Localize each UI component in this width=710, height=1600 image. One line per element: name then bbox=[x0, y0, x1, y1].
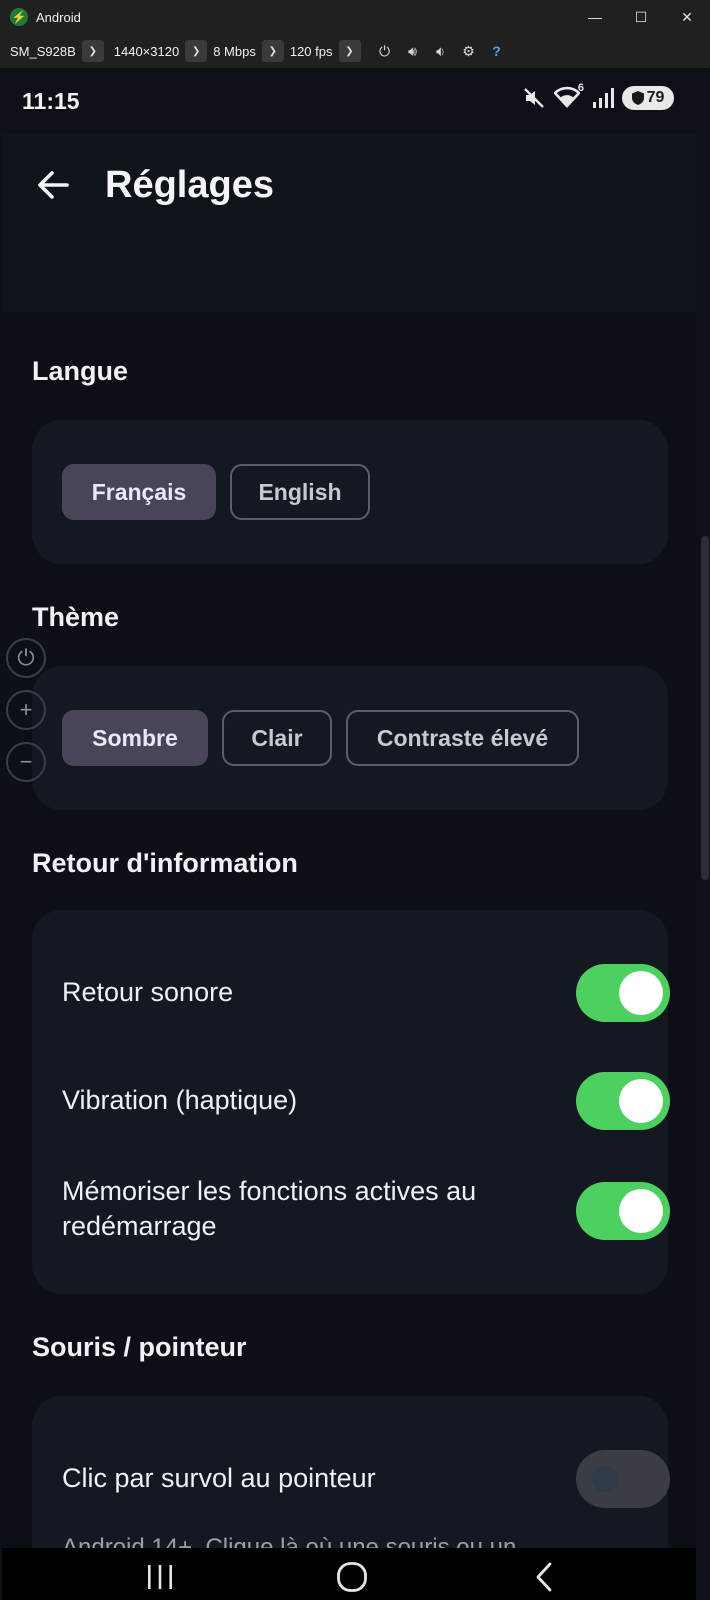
toggle-switch-sound[interactable] bbox=[576, 964, 670, 1022]
language-card: Français English bbox=[32, 420, 668, 564]
chip-theme-dark[interactable]: Sombre bbox=[62, 710, 208, 766]
chip-theme-light[interactable]: Clair bbox=[222, 710, 332, 766]
resolution-select-label: 1440×3120 bbox=[113, 43, 180, 59]
bitrate-dropdown-icon[interactable]: ❯ bbox=[261, 40, 284, 62]
side-zoom-out-icon[interactable]: − bbox=[6, 742, 46, 782]
section-title-mouse: Souris / pointeur bbox=[32, 1332, 247, 1362]
window-scrollbar[interactable] bbox=[701, 536, 709, 880]
settings-gear-icon[interactable]: ⚙ bbox=[455, 43, 483, 60]
home-icon[interactable] bbox=[332, 1560, 372, 1594]
wifi-badge: 6 bbox=[577, 82, 584, 94]
mute-icon bbox=[524, 88, 544, 108]
toggle-label-remember: Mémoriser les fonctions actives au redém… bbox=[62, 1176, 477, 1241]
volume-down-icon[interactable]: 🔉︎ bbox=[427, 43, 455, 60]
window-titlebar: ⚡ Android — ☐ ✕ bbox=[0, 0, 710, 34]
back-arrow-icon[interactable] bbox=[36, 168, 70, 202]
chip-language-en[interactable]: English bbox=[230, 464, 370, 520]
page-title: Réglages bbox=[105, 164, 274, 206]
android-screen: 11:15 6 79 Réglages Langue Français Engl… bbox=[2, 68, 696, 1600]
minimize-icon[interactable]: — bbox=[572, 0, 618, 34]
volume-up-icon[interactable]: 🔊︎ bbox=[399, 43, 427, 60]
switch-knob bbox=[619, 1079, 663, 1123]
section-title-theme: Thème bbox=[32, 602, 120, 632]
wifi-icon: 6 bbox=[553, 82, 584, 110]
battery-indicator: 79 bbox=[622, 86, 674, 110]
theme-card: Sombre Clair Contraste élevé bbox=[32, 666, 668, 810]
fps-dropdown-icon[interactable]: ❯ bbox=[338, 40, 361, 62]
shield-icon bbox=[631, 91, 644, 105]
side-power-icon[interactable]: ⏻ bbox=[6, 638, 46, 678]
app-bar: Réglages bbox=[2, 134, 696, 312]
nav-back-icon[interactable] bbox=[524, 1560, 564, 1594]
battery-level: 79 bbox=[646, 89, 665, 106]
toggle-label-haptic: Vibration (haptique) bbox=[62, 1085, 298, 1115]
maximize-icon[interactable]: ☐ bbox=[618, 0, 664, 34]
device-select-label: SM_S928B bbox=[10, 43, 76, 59]
mirroring-toolbar: SM_S928B ❯ 1440×3120 ❯ 8 Mbps ❯ 120 fps ❯ ⏻ … bbox=[0, 34, 710, 68]
navigation-bar bbox=[2, 1548, 696, 1600]
toggle-switch-hover-click[interactable] bbox=[576, 1450, 670, 1508]
side-zoom-in-icon[interactable]: + bbox=[6, 690, 46, 730]
app-bolt-icon: ⚡ bbox=[10, 8, 28, 26]
section-title-feedback: Retour d'information bbox=[32, 848, 298, 878]
status-time: 11:15 bbox=[22, 87, 80, 114]
toggle-row-remember: Mémoriser les fonctions actives au redém… bbox=[62, 1176, 670, 1250]
toggle-row-hover-click: Clic par survol au pointeur bbox=[62, 1450, 670, 1508]
toggle-label-sound: Retour sonore bbox=[62, 977, 234, 1007]
feedback-card: Retour sonore Vibration (haptique) Mémor… bbox=[32, 910, 670, 1294]
section-title-language: Langue bbox=[32, 356, 129, 386]
power-icon[interactable]: ⏻ bbox=[371, 43, 399, 60]
switch-knob bbox=[619, 971, 663, 1015]
switch-knob bbox=[619, 1189, 663, 1233]
toggle-row-haptic: Vibration (haptique) bbox=[62, 1072, 670, 1130]
status-bar: 11:15 6 79 bbox=[2, 68, 696, 134]
help-icon[interactable]: ? bbox=[483, 43, 511, 59]
recent-apps-icon[interactable] bbox=[140, 1560, 180, 1594]
toggle-switch-remember[interactable] bbox=[576, 1182, 670, 1240]
signal-icon bbox=[593, 88, 614, 108]
fps-select-label: 120 fps bbox=[289, 43, 333, 59]
window-title: Android bbox=[36, 9, 81, 25]
resolution-dropdown-icon[interactable]: ❯ bbox=[185, 40, 208, 62]
close-icon[interactable]: ✕ bbox=[664, 0, 710, 34]
device-dropdown-icon[interactable]: ❯ bbox=[81, 40, 104, 62]
toggle-label-hover-click: Clic par survol au pointeur bbox=[62, 1463, 376, 1493]
toggle-switch-haptic[interactable] bbox=[576, 1072, 670, 1130]
chip-language-fr[interactable]: Français bbox=[62, 464, 216, 520]
switch-knob bbox=[592, 1466, 618, 1492]
chip-theme-high-contrast[interactable]: Contraste élevé bbox=[346, 710, 579, 766]
settings-content: Langue Français English Thème Sombre Cla… bbox=[2, 312, 696, 1600]
bitrate-select-label: 8 Mbps bbox=[213, 43, 256, 59]
toggle-row-sound: Retour sonore bbox=[62, 964, 670, 1022]
